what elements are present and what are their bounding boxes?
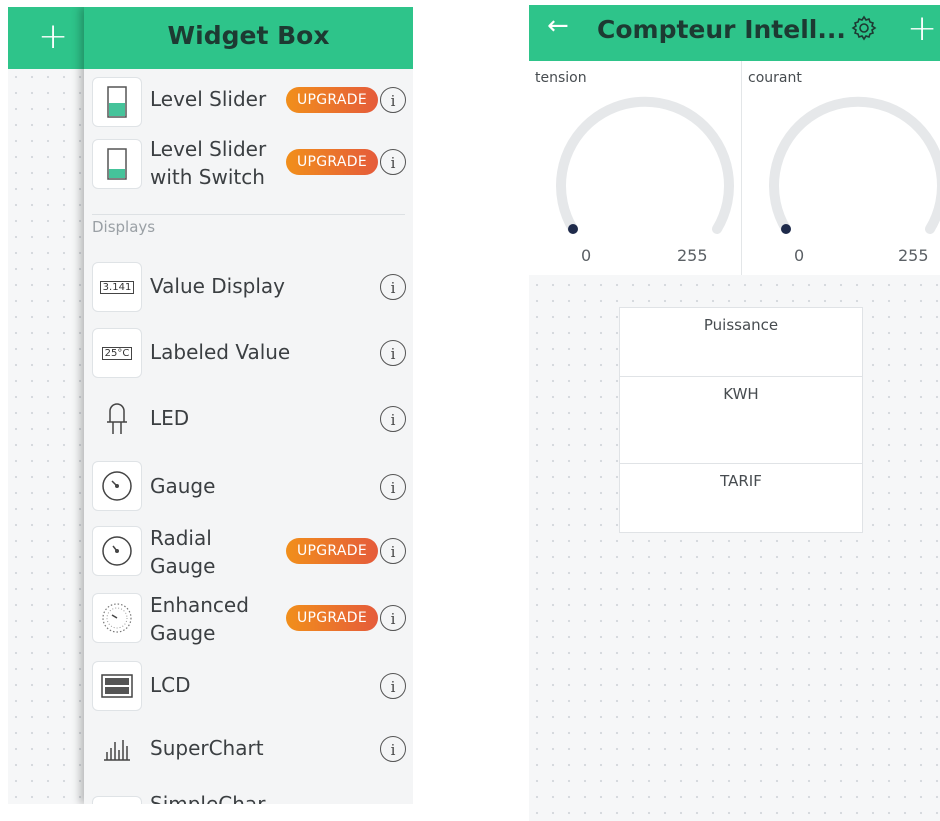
value-display-label: Puissance [703, 316, 779, 334]
value-display-icon: 3.141 [92, 262, 142, 312]
labeled-value-icon-text: 25°C [101, 346, 133, 360]
value-display-tarif[interactable]: TARIF [619, 463, 863, 533]
info-icon[interactable]: i [380, 474, 406, 500]
info-icon[interactable]: i [380, 149, 406, 175]
widget-item-value-display[interactable]: 3.141 Value Display i [84, 258, 413, 318]
gauge-widget-courant[interactable]: courant 0 255 [742, 61, 940, 275]
widget-item-superchart[interactable]: SuperChart i [84, 720, 413, 780]
info-icon[interactable]: i [380, 605, 406, 631]
value-display-kwh[interactable]: KWH [619, 376, 863, 464]
widget-item-lcd[interactable]: LCD i [84, 657, 413, 717]
info-icon[interactable]: i [380, 673, 406, 699]
gauge-dial [556, 96, 734, 234]
value-display-puissance[interactable]: Puissance [619, 307, 863, 377]
widget-label: LED [150, 406, 190, 430]
widget-label: Gauge [150, 474, 216, 498]
level-slider-icon [92, 77, 142, 127]
gauge-max-label: 255 [898, 246, 929, 265]
upgrade-badge[interactable]: UPGRADE [286, 538, 378, 564]
info-icon[interactable]: i [380, 87, 406, 113]
plus-icon[interactable]: + [38, 17, 68, 57]
gauge-dial [769, 96, 940, 234]
gauge-icon [92, 461, 142, 511]
widget-item-gauge[interactable]: Gauge i [84, 457, 413, 517]
widget-box-screen: + Widget Box Level Slider UPGRADE i Leve… [8, 7, 413, 804]
gauge-max-label: 255 [677, 246, 708, 265]
section-label-displays: Displays [92, 218, 156, 236]
widget-item-led[interactable]: LED i [84, 390, 413, 450]
project-title: Compteur Intell... [597, 15, 846, 44]
lcd-icon [92, 661, 142, 711]
gauge-indicator-dot [781, 224, 791, 234]
value-display-label: KWH [723, 385, 759, 403]
gauge-track [769, 96, 940, 234]
widget-item-radial-gauge[interactable]: Radial Gauge UPGRADE i [84, 522, 413, 582]
value-display-icon-text: 3.141 [99, 280, 135, 294]
radial-gauge-icon [92, 526, 142, 576]
value-display-label: TARIF [720, 472, 762, 490]
back-arrow-icon[interactable]: ← [547, 11, 569, 41]
upgrade-badge[interactable]: UPGRADE [286, 605, 378, 631]
widget-item-enhanced-gauge[interactable]: Enhanced Gauge UPGRADE i [84, 589, 413, 649]
widget-box-header: Widget Box [84, 7, 413, 69]
gauge-min-label: 0 [794, 246, 805, 265]
widget-label: SuperChart [150, 736, 264, 760]
project-header: ← Compteur Intell... + [529, 5, 940, 61]
info-icon[interactable]: i [380, 406, 406, 432]
superchart-icon [92, 724, 142, 774]
widget-box-drawer: Widget Box Level Slider UPGRADE i Level … [84, 7, 413, 804]
simplechart-icon [92, 796, 142, 804]
widget-label: Value Display [150, 274, 285, 298]
gauge-widget-tension[interactable]: tension 0 255 [529, 61, 742, 275]
upgrade-badge[interactable]: UPGRADE [286, 87, 378, 113]
widget-label: Level Slider with Switch [150, 137, 267, 189]
widget-label: Enhanced Gauge [150, 593, 249, 645]
gauge-indicator-dot [568, 224, 578, 234]
info-icon[interactable]: i [380, 538, 406, 564]
widget-item-level-slider[interactable]: Level Slider UPGRADE i [84, 73, 413, 133]
gauge-track [556, 96, 734, 234]
level-slider-switch-icon [92, 139, 142, 189]
gear-icon[interactable] [851, 15, 877, 47]
section-divider [92, 214, 405, 215]
gauge-min-label: 0 [581, 246, 592, 265]
info-icon[interactable]: i [380, 340, 406, 366]
info-icon[interactable]: i [380, 274, 406, 300]
labeled-value-icon: 25°C [92, 328, 142, 378]
widget-item-level-slider-with-switch[interactable]: Level Slider with Switch UPGRADE i [84, 135, 413, 195]
plus-icon[interactable]: + [907, 8, 937, 49]
project-dashboard-screen: ← Compteur Intell... + tension 0 255 cou… [529, 5, 940, 821]
led-icon [92, 394, 142, 444]
widget-box-title: Widget Box [167, 21, 330, 50]
widget-item-labeled-value[interactable]: 25°C Labeled Value i [84, 324, 413, 384]
widget-label-cut-off: SimpleChar [150, 792, 266, 804]
dashboard-canvas-behind [8, 69, 84, 804]
widget-label: Labeled Value [150, 340, 291, 364]
info-icon[interactable]: i [380, 736, 406, 762]
widget-label: Radial Gauge [150, 526, 216, 578]
upgrade-badge[interactable]: UPGRADE [286, 149, 378, 175]
widget-label: Level Slider [150, 87, 267, 111]
widget-label: LCD [150, 673, 191, 697]
enhanced-gauge-icon [92, 593, 142, 643]
